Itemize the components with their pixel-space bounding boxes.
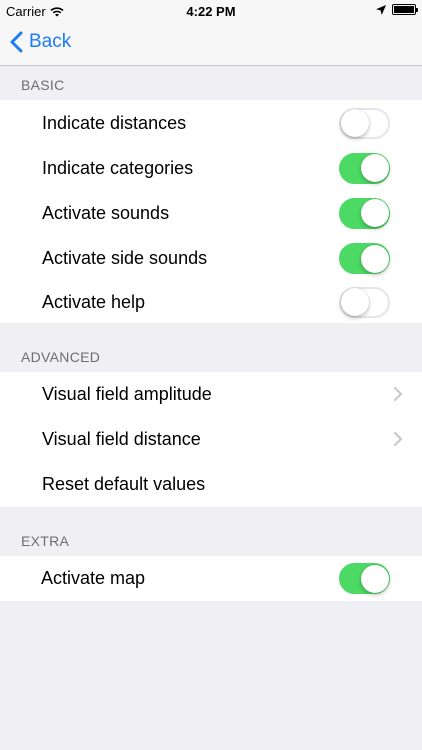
chevron-left-icon bbox=[10, 31, 23, 53]
toggle-knob bbox=[361, 154, 389, 182]
basic-group: Indicate distances Indicate categories A… bbox=[0, 100, 422, 323]
toggle-knob bbox=[361, 244, 389, 273]
section-header-basic: BASIC bbox=[21, 77, 65, 93]
row-activate-help: Activate help bbox=[0, 281, 422, 323]
toggle-knob bbox=[340, 109, 369, 137]
row-activate-side-sounds: Activate side sounds bbox=[0, 236, 422, 281]
activate-help-toggle[interactable] bbox=[339, 286, 390, 318]
row-visual-field-amplitude[interactable]: Visual field amplitude bbox=[0, 372, 422, 417]
row-visual-field-distance[interactable]: Visual field distance bbox=[0, 417, 422, 462]
location-arrow-icon bbox=[376, 4, 386, 15]
row-label: Activate help bbox=[42, 291, 146, 312]
row-label: Reset default values bbox=[42, 474, 206, 494]
row-activate-map: Activate map bbox=[0, 556, 422, 601]
back-label: Back bbox=[29, 31, 72, 52]
row-label: Activate sounds bbox=[42, 202, 170, 223]
indicate-categories-toggle[interactable] bbox=[339, 152, 390, 184]
row-indicate-distances: Indicate distances bbox=[0, 100, 422, 146]
battery-icon bbox=[392, 4, 418, 15]
indicate-distances-toggle[interactable] bbox=[339, 107, 390, 139]
row-label: Visual field amplitude bbox=[42, 384, 212, 404]
row-label: Visual field distance bbox=[42, 429, 201, 449]
activate-map-toggle[interactable] bbox=[339, 563, 390, 594]
toggle-knob bbox=[340, 288, 369, 316]
row-label: Activate map bbox=[41, 568, 146, 588]
row-activate-sounds: Activate sounds bbox=[0, 190, 422, 236]
row-indicate-categories: Indicate categories bbox=[0, 146, 422, 190]
row-label: Indicate categories bbox=[42, 157, 194, 178]
section-header-extra: EXTRA bbox=[21, 533, 70, 549]
extra-group: Activate map bbox=[0, 556, 422, 601]
toggle-knob bbox=[361, 564, 389, 593]
chevron-right-icon bbox=[394, 432, 402, 446]
status-bar: Carrier 4:22 PM bbox=[0, 0, 422, 22]
section-header-advanced: ADVANCED bbox=[21, 349, 101, 365]
clock: 4:22 PM bbox=[186, 4, 236, 19]
activate-sounds-toggle[interactable] bbox=[339, 197, 390, 229]
back-button[interactable]: Back bbox=[10, 31, 71, 53]
chevron-right-icon bbox=[394, 387, 402, 401]
toggle-knob bbox=[361, 199, 389, 227]
activate-side-sounds-toggle[interactable] bbox=[339, 243, 390, 274]
advanced-group: Visual field amplitude Visual field dist… bbox=[0, 372, 422, 507]
navigation-bar: Back bbox=[0, 22, 422, 66]
row-label: Indicate distances bbox=[42, 112, 187, 133]
row-label: Activate side sounds bbox=[42, 248, 208, 268]
row-reset-default-values[interactable]: Reset default values bbox=[0, 462, 422, 507]
